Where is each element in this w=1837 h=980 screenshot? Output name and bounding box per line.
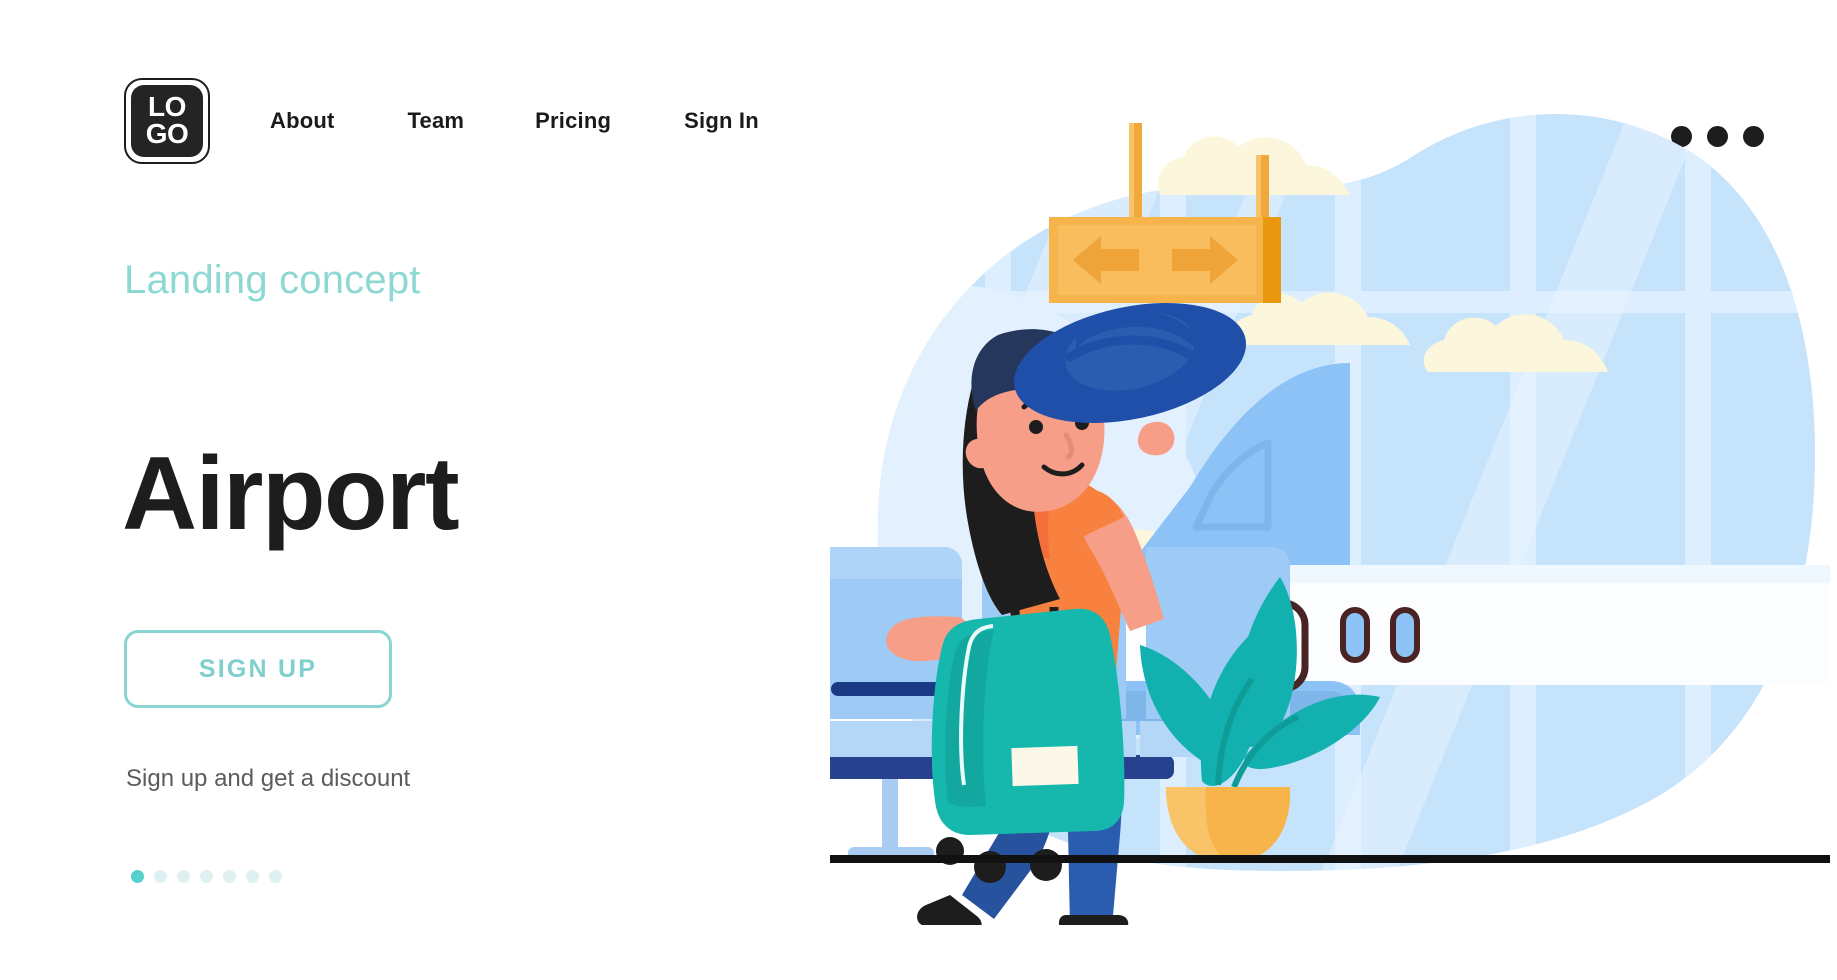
- carousel-dots[interactable]: [131, 870, 282, 883]
- airport-traveler-illustration: [830, 95, 1830, 925]
- carousel-dot[interactable]: [223, 870, 236, 883]
- carousel-dot[interactable]: [200, 870, 213, 883]
- hero-eyebrow: Landing concept: [124, 258, 421, 302]
- floor-line: [830, 855, 1830, 863]
- carousel-dot[interactable]: [269, 870, 282, 883]
- carousel-dot[interactable]: [246, 870, 259, 883]
- logo[interactable]: LO GO: [124, 78, 210, 164]
- carousel-dot[interactable]: [177, 870, 190, 883]
- nav-links: About Team Pricing Sign In: [270, 108, 759, 134]
- logo-mark: LO GO: [131, 85, 203, 157]
- logo-line-1: LO: [148, 91, 186, 123]
- landing-page: LO GO About Team Pricing Sign In Landing…: [0, 0, 1837, 980]
- carousel-dot-active[interactable]: [131, 870, 144, 883]
- nav-link-about[interactable]: About: [270, 108, 335, 134]
- nav-link-pricing[interactable]: Pricing: [535, 108, 611, 134]
- nav-link-team[interactable]: Team: [408, 108, 465, 134]
- logo-line-2: GO: [145, 118, 189, 149]
- hero-subtext: Sign up and get a discount: [126, 765, 411, 792]
- nav-link-sign-in[interactable]: Sign In: [684, 108, 759, 134]
- main-navigation: LO GO About Team Pricing Sign In: [124, 78, 759, 164]
- carousel-dot[interactable]: [154, 870, 167, 883]
- cloud: [1158, 136, 1350, 195]
- sign-up-button[interactable]: SIGN UP: [124, 630, 392, 708]
- page-title: Airport: [122, 435, 460, 552]
